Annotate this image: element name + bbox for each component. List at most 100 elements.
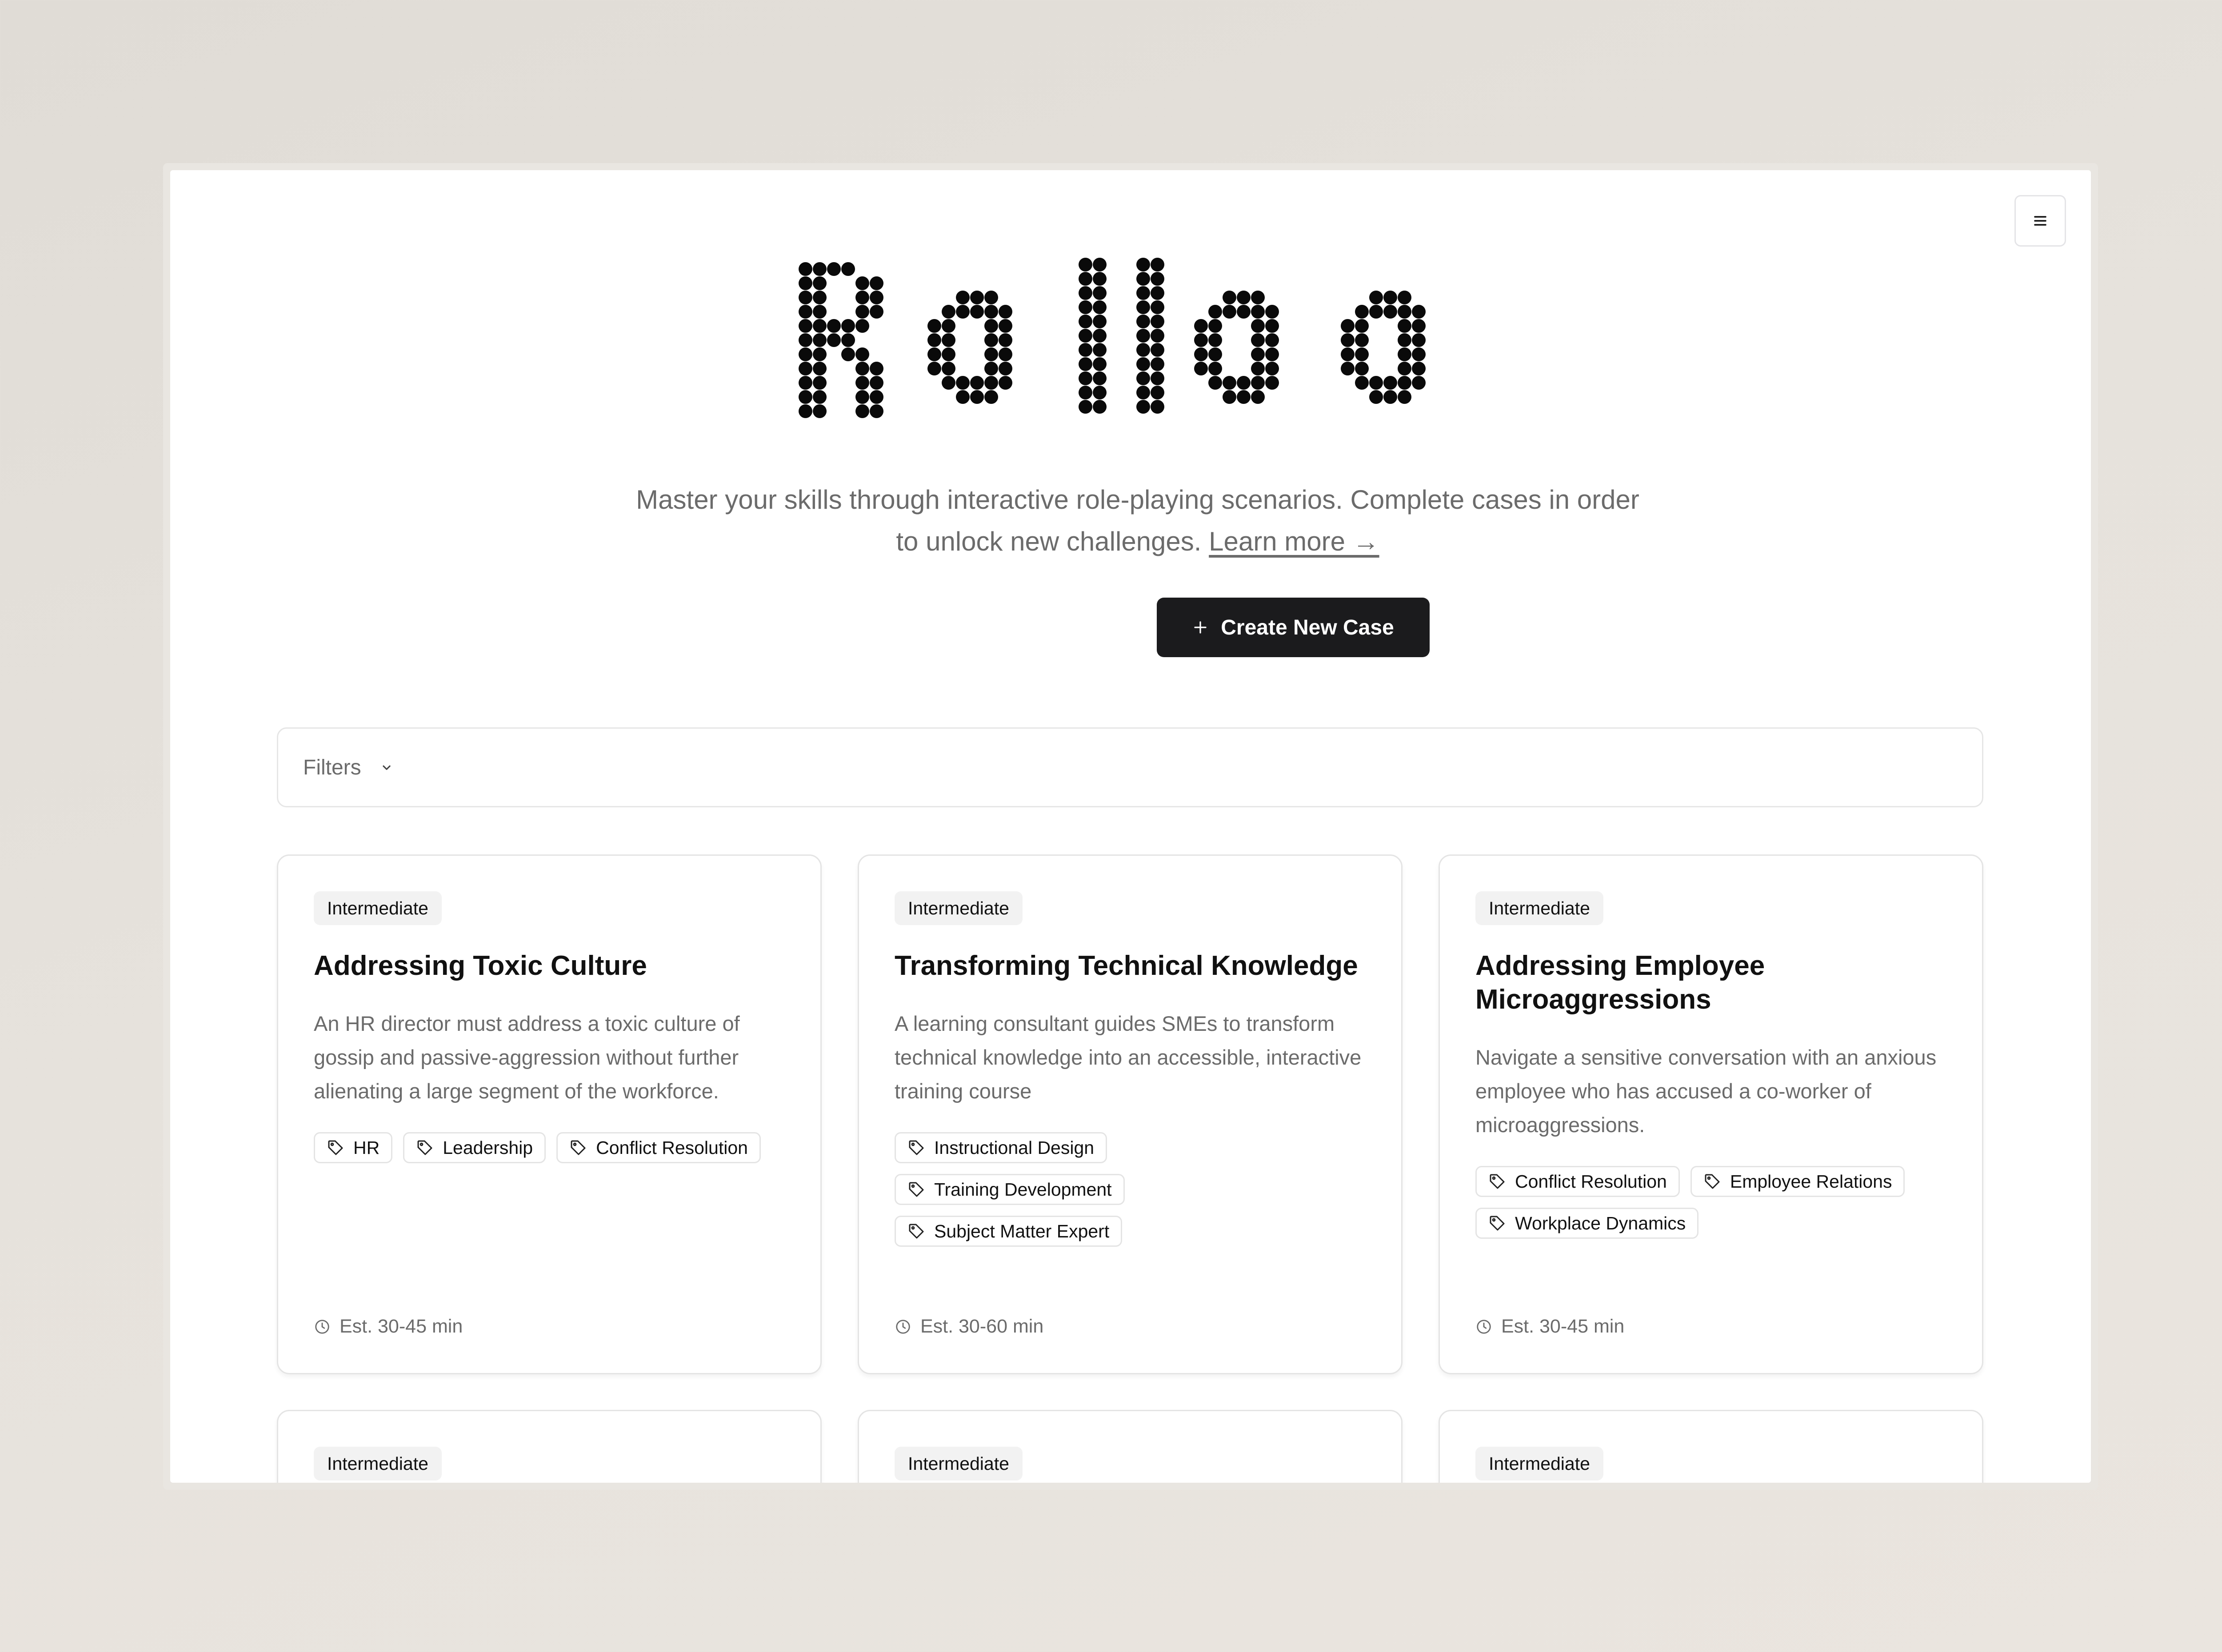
logo-dot [1093, 300, 1107, 314]
logo-dot [1136, 357, 1150, 371]
rolloo-logo [799, 258, 1426, 418]
logo-dot [870, 404, 883, 418]
logo-dot [1093, 315, 1107, 328]
tag-label: HR [353, 1137, 380, 1158]
logo-dot [1079, 300, 1092, 314]
logo-dot [799, 362, 812, 375]
logo-dot [1194, 347, 1208, 361]
logo-dot [1136, 343, 1150, 357]
logo-dot [1151, 371, 1164, 385]
tag-list: Instructional Design Training Developmen… [895, 1132, 1375, 1247]
case-title: Addressing Toxic Culture [314, 950, 647, 981]
logo-dot [1398, 347, 1411, 361]
logo-dot [1151, 300, 1164, 314]
logo-dot [927, 319, 941, 333]
logo-dot [1265, 305, 1279, 319]
logo-dot [813, 291, 827, 304]
logo-dot [1223, 376, 1236, 390]
logo-dot [799, 376, 812, 390]
tag-chip: Subject Matter Expert [895, 1216, 1123, 1247]
logo-dot [813, 262, 827, 276]
logo-dot [1151, 272, 1164, 286]
logo-dot [956, 390, 970, 404]
logo-dot [942, 347, 955, 361]
logo-dot [870, 291, 883, 304]
logo-dot [927, 362, 941, 375]
case-card[interactable]: Intermediate [1439, 1410, 1983, 1483]
logo-dot [1136, 386, 1150, 399]
case-card[interactable]: Intermediate Addressing Toxic Culture An… [277, 854, 822, 1374]
logo-dot [827, 319, 841, 333]
logo-dot [999, 319, 1012, 333]
logo-dot [1398, 362, 1411, 375]
logo-dot [1251, 362, 1265, 375]
logo-dot [942, 305, 955, 319]
case-card[interactable]: Intermediate Transforming Technical Know… [858, 854, 1403, 1374]
logo-dot [1341, 362, 1355, 375]
difficulty-badge: Intermediate [1475, 1447, 1603, 1480]
logo-dot [1383, 376, 1397, 390]
learn-more-link[interactable]: Learn more → [1209, 527, 1379, 556]
logo-dot [1136, 315, 1150, 328]
logo-dot [999, 347, 1012, 361]
tag-label: Training Development [934, 1179, 1112, 1200]
chevron-down-icon [379, 760, 394, 775]
logo-dot [1223, 390, 1236, 404]
logo-dot [1079, 329, 1092, 343]
logo-dot [1151, 400, 1164, 414]
logo-dot [799, 276, 812, 290]
hamburger-menu-icon [2034, 216, 2046, 226]
logo-dot [1412, 333, 1426, 347]
logo-dot [1208, 305, 1222, 319]
logo-dot [1412, 376, 1426, 390]
filters-bar[interactable]: Filters [277, 727, 1983, 807]
logo-dot [1151, 357, 1164, 371]
tag-chip: Conflict Resolution [1475, 1166, 1680, 1197]
logo-dot [1079, 386, 1092, 399]
tag-chip: Leadership [403, 1132, 546, 1163]
tag-icon [1488, 1214, 1506, 1232]
case-card[interactable]: Intermediate [277, 1410, 822, 1483]
estimated-time: Est. 30-60 min [895, 1316, 1043, 1337]
logo-dot [970, 291, 984, 304]
create-new-case-button[interactable]: Create New Case [1157, 598, 1430, 657]
logo-dot [1223, 291, 1236, 304]
menu-button[interactable] [2014, 195, 2066, 247]
logo-dot [1237, 291, 1251, 304]
logo-dot [956, 291, 970, 304]
logo-dot [984, 376, 998, 390]
logo-dot [1093, 343, 1107, 357]
logo-dot [1093, 371, 1107, 385]
logo-dot [870, 362, 883, 375]
logo-dot [984, 362, 998, 375]
case-card[interactable]: Intermediate [858, 1410, 1403, 1483]
clock-icon [895, 1318, 911, 1335]
logo-dot [799, 319, 812, 333]
logo-dot [813, 319, 827, 333]
estimated-time: Est. 30-45 min [1475, 1316, 1624, 1337]
logo-dot [813, 333, 827, 347]
tag-chip: HR [314, 1132, 393, 1163]
logo-dot [1369, 291, 1383, 304]
logo-dot [1136, 272, 1150, 286]
difficulty-badge: Intermediate [895, 1447, 1023, 1480]
logo-dot [870, 276, 883, 290]
logo-dot [1136, 329, 1150, 343]
case-card[interactable]: Intermediate Addressing Employee Microag… [1439, 854, 1983, 1374]
tag-icon [907, 1181, 925, 1198]
logo-dot [927, 333, 941, 347]
logo-dot [1398, 305, 1411, 319]
logo-dot [1093, 258, 1107, 271]
logo-dot [1251, 333, 1265, 347]
logo-dot [984, 305, 998, 319]
logo-dot [1383, 390, 1397, 404]
tag-label: Employee Relations [1730, 1171, 1892, 1192]
logo-dot [1398, 291, 1411, 304]
logo-dot [999, 305, 1012, 319]
logo-dot [1093, 357, 1107, 371]
logo-dot [984, 291, 998, 304]
logo-dot [1093, 286, 1107, 300]
logo-dot [1079, 315, 1092, 328]
tag-list: Conflict Resolution Employee Relations W… [1475, 1166, 1955, 1239]
tag-chip: Workplace Dynamics [1475, 1208, 1699, 1239]
